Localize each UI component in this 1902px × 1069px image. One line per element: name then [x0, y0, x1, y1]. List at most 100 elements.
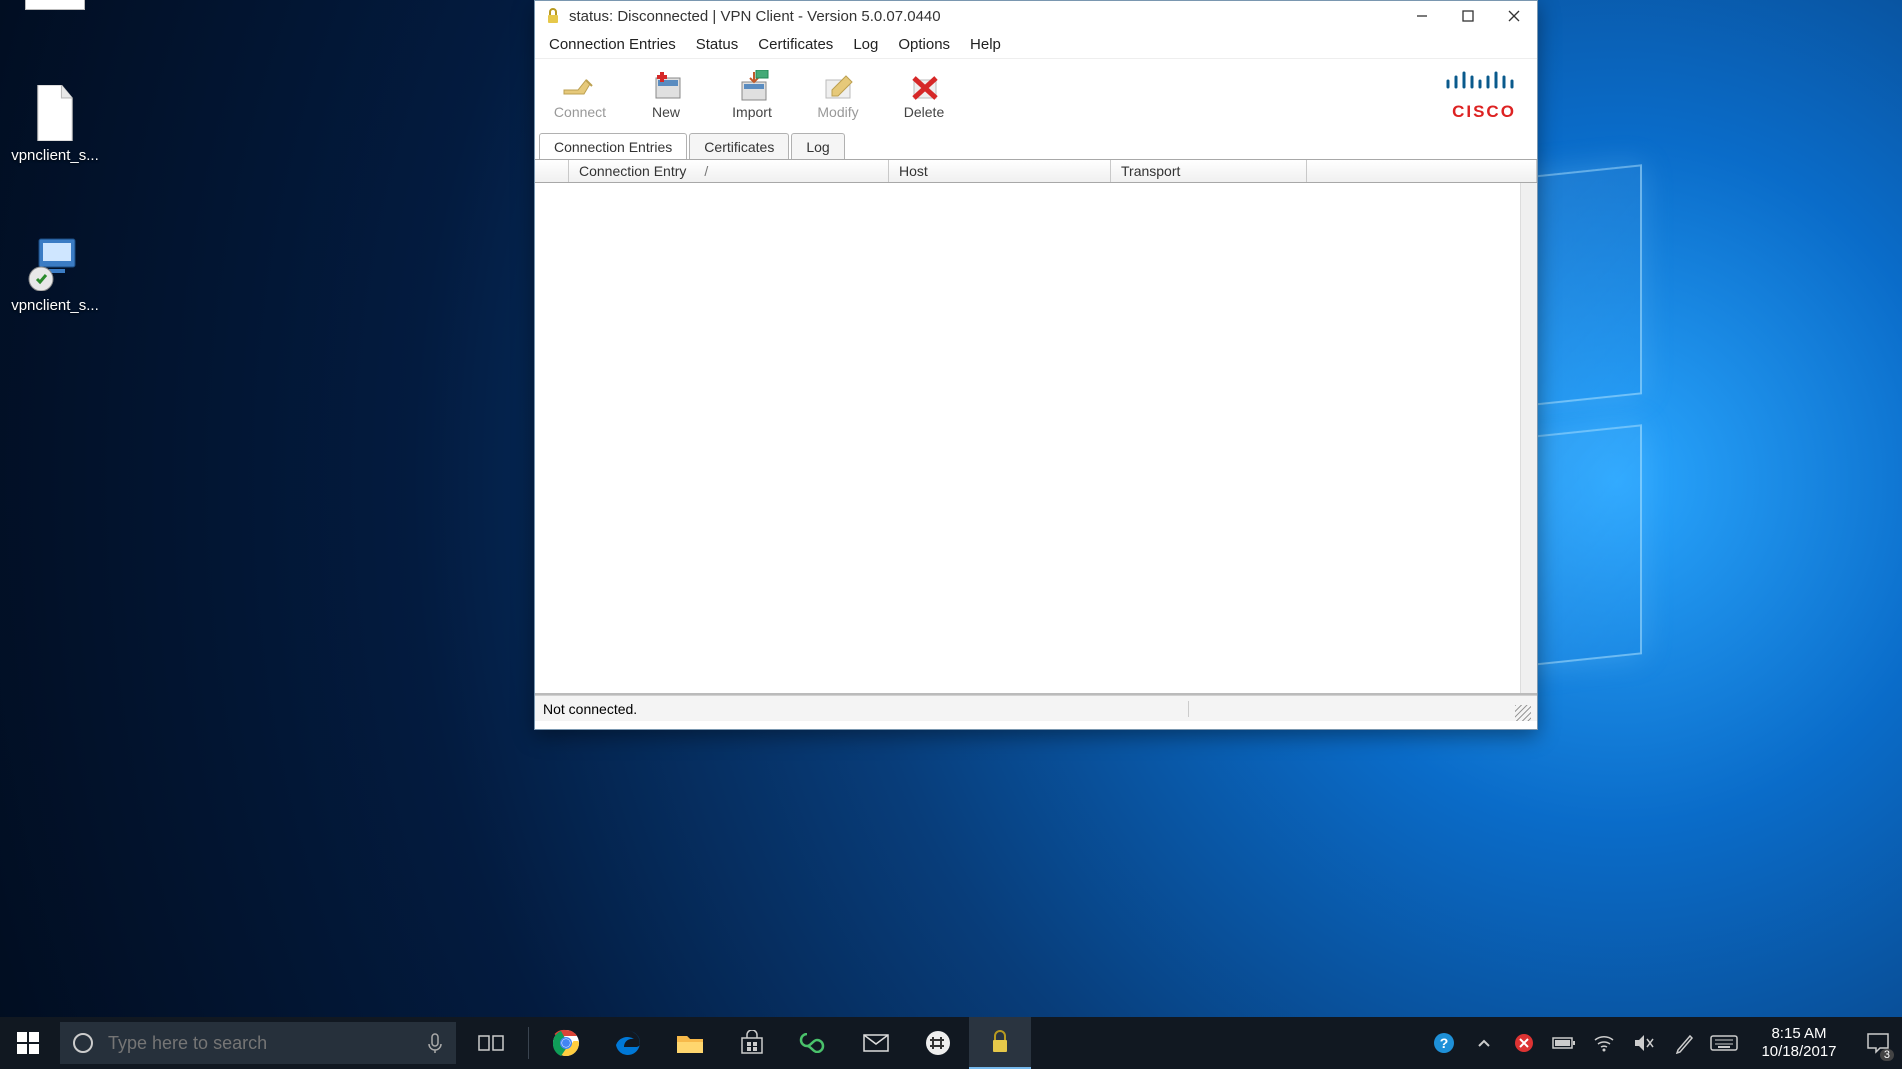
shield-alert-icon: [1514, 1033, 1534, 1053]
import-button[interactable]: Import: [709, 59, 795, 129]
col-label: Connection Entry: [579, 163, 686, 179]
scrollbar[interactable]: [1520, 183, 1537, 693]
col-blank[interactable]: [1307, 160, 1537, 182]
connect-icon: [558, 68, 602, 104]
task-view-icon: [478, 1032, 504, 1054]
menu-log[interactable]: Log: [843, 32, 888, 57]
col-transport[interactable]: Transport: [1111, 160, 1307, 182]
minimize-button[interactable]: [1399, 1, 1445, 31]
resize-grip[interactable]: [1515, 705, 1531, 721]
app-lock-icon: [543, 6, 563, 26]
pdf-icon: [25, 0, 85, 10]
tabs: Connection Entries Certificates Log: [535, 129, 1537, 159]
sort-indicator: /: [704, 163, 708, 179]
close-button[interactable]: [1491, 1, 1537, 31]
task-view-button[interactable]: [460, 1017, 522, 1069]
vpn-client-window: status: Disconnected | VPN Client - Vers…: [534, 0, 1538, 730]
help-icon: ?: [1433, 1032, 1455, 1054]
system-tray: ? 8:15 AM: [1424, 1017, 1902, 1069]
import-icon: [730, 68, 774, 104]
notification-badge: 3: [1880, 1049, 1894, 1061]
delete-button[interactable]: Delete: [881, 59, 967, 129]
col-host[interactable]: Host: [889, 160, 1111, 182]
svg-text:?: ?: [1440, 1035, 1449, 1051]
cortana-icon: [72, 1032, 94, 1054]
pen-icon: [1674, 1032, 1694, 1054]
taskbar-app-slack[interactable]: [907, 1017, 969, 1069]
desktop[interactable]: vpnclient_s... vpnclient_s... status: Di…: [0, 0, 1902, 1069]
clock-time: 8:15 AM: [1744, 1025, 1854, 1043]
store-icon: [739, 1030, 765, 1056]
edge-icon: [614, 1029, 642, 1057]
taskbar-edge[interactable]: [597, 1017, 659, 1069]
connection-list[interactable]: [535, 183, 1537, 695]
tray-battery[interactable]: [1544, 1017, 1584, 1069]
col-selector[interactable]: [535, 160, 569, 182]
windows-icon: [17, 1032, 39, 1054]
keyboard-icon: [1710, 1034, 1738, 1052]
modify-icon: [816, 68, 860, 104]
tray-help[interactable]: ?: [1424, 1017, 1464, 1069]
volume-mute-icon: [1633, 1033, 1655, 1053]
start-button[interactable]: [0, 1017, 56, 1069]
chevron-up-icon: [1477, 1036, 1491, 1050]
tray-show-hidden[interactable]: [1464, 1017, 1504, 1069]
file-icon: [27, 85, 83, 141]
maximize-button[interactable]: [1445, 1, 1491, 31]
lock-icon: [989, 1029, 1011, 1055]
delete-icon: [902, 68, 946, 104]
installer-icon: [27, 235, 83, 291]
tab-connection-entries[interactable]: Connection Entries: [539, 133, 687, 159]
clock-date: 10/18/2017: [1744, 1043, 1854, 1061]
col-connection-entry[interactable]: Connection Entry /: [569, 160, 889, 182]
mic-icon[interactable]: [426, 1032, 444, 1054]
taskbar-mail[interactable]: [845, 1017, 907, 1069]
toolbar-label: Import: [732, 104, 772, 120]
folder-icon: [675, 1030, 705, 1056]
chrome-icon: [551, 1028, 581, 1058]
tab-log[interactable]: Log: [791, 133, 844, 159]
desktop-icon-vpnclient-file[interactable]: vpnclient_s...: [5, 85, 105, 164]
taskbar-chrome[interactable]: [535, 1017, 597, 1069]
tray-keyboard[interactable]: [1704, 1017, 1744, 1069]
tray-wifi[interactable]: [1584, 1017, 1624, 1069]
cisco-logo: CISCO: [1443, 67, 1525, 122]
taskbar-app-infinity[interactable]: [783, 1017, 845, 1069]
search-box[interactable]: [60, 1022, 456, 1064]
toolbar-label: New: [652, 104, 680, 120]
status-text: Not connected.: [541, 701, 1189, 717]
desktop-icon-vpnclient-setup[interactable]: vpnclient_s...: [5, 235, 105, 314]
modify-button[interactable]: Modify: [795, 59, 881, 129]
column-headers: Connection Entry / Host Transport: [535, 159, 1537, 183]
menu-help[interactable]: Help: [960, 32, 1011, 57]
taskbar-separator: [528, 1027, 529, 1059]
statusbar: Not connected.: [535, 695, 1537, 721]
hash-icon: [925, 1030, 951, 1056]
titlebar[interactable]: status: Disconnected | VPN Client - Vers…: [535, 1, 1537, 31]
action-center[interactable]: 3: [1854, 1017, 1902, 1069]
taskbar-store[interactable]: [721, 1017, 783, 1069]
taskbar-vpn-client[interactable]: [969, 1017, 1031, 1069]
cisco-text: CISCO: [1443, 102, 1525, 122]
taskbar: ? 8:15 AM: [0, 1017, 1902, 1069]
search-input[interactable]: [108, 1033, 412, 1054]
desktop-icon-label: vpnclient_s...: [5, 147, 105, 164]
connect-button[interactable]: Connect: [537, 59, 623, 129]
tray-security[interactable]: [1504, 1017, 1544, 1069]
infinity-icon: [799, 1033, 829, 1053]
tray-pen[interactable]: [1664, 1017, 1704, 1069]
menu-connection-entries[interactable]: Connection Entries: [539, 32, 686, 57]
desktop-icon-pdf[interactable]: [5, 0, 105, 16]
window-title: status: Disconnected | VPN Client - Vers…: [569, 8, 1399, 25]
menu-options[interactable]: Options: [888, 32, 960, 57]
tab-certificates[interactable]: Certificates: [689, 133, 789, 159]
taskbar-clock[interactable]: 8:15 AM 10/18/2017: [1744, 1019, 1854, 1067]
tray-volume[interactable]: [1624, 1017, 1664, 1069]
menubar: Connection Entries Status Certificates L…: [535, 31, 1537, 59]
menu-certificates[interactable]: Certificates: [748, 32, 843, 57]
toolbar: Connect New Import Modify: [535, 59, 1537, 129]
taskbar-file-explorer[interactable]: [659, 1017, 721, 1069]
new-icon: [644, 68, 688, 104]
new-button[interactable]: New: [623, 59, 709, 129]
menu-status[interactable]: Status: [686, 32, 749, 57]
